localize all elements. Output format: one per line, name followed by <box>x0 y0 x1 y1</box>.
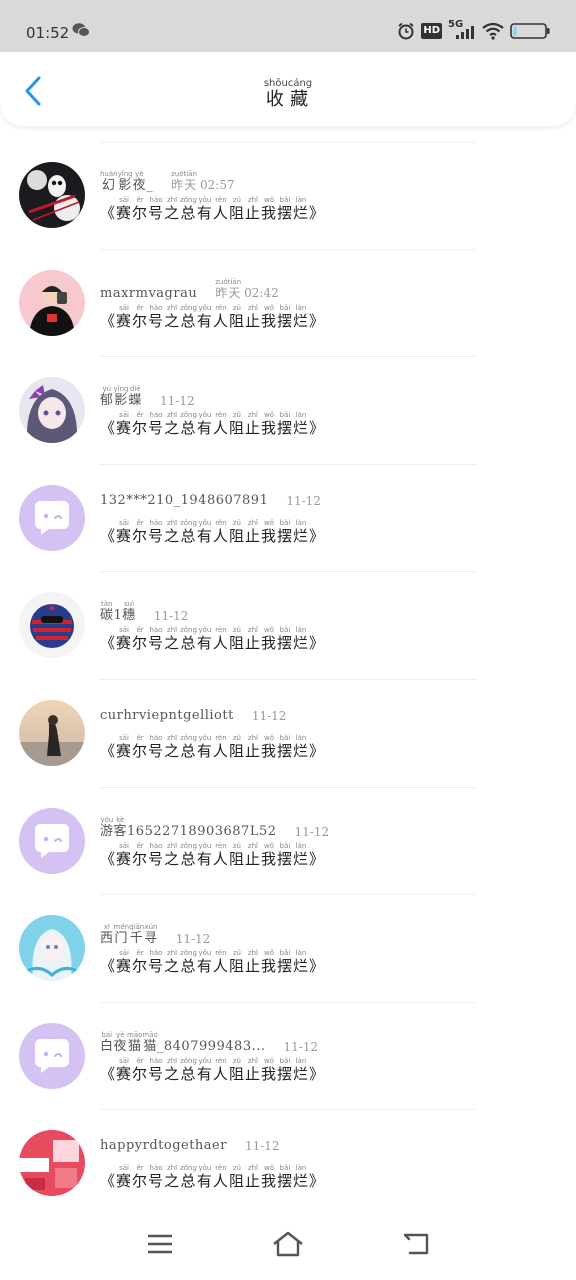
favorite-item[interactable]: happyrdtogethaer 11-12 《赛sāi尔ěr号hào之zhī总zǒ… <box>0 1110 576 1218</box>
timestamp: 11-12 <box>160 394 195 409</box>
favorite-item[interactable]: 郁yù影yǐng蝶dié 11-12 《赛sāi尔ěr号hào之zhī总zǒng有y… <box>0 357 576 465</box>
item-meta: 白bái夜yè猫māo猫māo_8407999483... 11-12 <box>100 1031 318 1054</box>
timestamp: 11-12 <box>175 932 211 947</box>
favorite-item[interactable]: 游yóu客kè16522718903687L52 11-12 《赛sāi尔ěr号hà… <box>0 788 576 896</box>
alarm-icon <box>397 22 415 40</box>
favorite-item[interactable]: 白bái夜yè猫māo猫māo_8407999483... 11-12 《赛sāi尔… <box>0 1003 576 1111</box>
battery-icon <box>510 22 550 40</box>
status-time: 01:52 <box>26 24 70 42</box>
book-title[interactable]: 《赛sāi尔ěr号hào之zhī总zǒng有yǒu人rén阻zǔ止zhǐ我wǒ摆… <box>100 842 325 869</box>
timestamp: 11-12 <box>153 609 189 624</box>
timestamp: 11-12 <box>283 1039 319 1054</box>
header: 收藏shōucáng <box>0 52 576 126</box>
timestamp: 昨zuó天tiān 02:42 <box>215 277 279 300</box>
item-meta: 游yóu客kè16522718903687L52 11-12 <box>100 816 329 839</box>
page-title: 收藏shōucáng <box>0 78 576 111</box>
status-icons: HD 5G <box>397 19 550 42</box>
back-nav-button[interactable] <box>396 1228 436 1264</box>
item-meta: curhrviepntgelliott 11-12 <box>100 708 286 723</box>
menu-button[interactable] <box>140 1228 180 1264</box>
avatar[interactable] <box>19 807 85 874</box>
item-meta: 幻huàn影yǐng夜yè_ 昨zuó天tiān 02:57 <box>100 170 235 193</box>
page-title-text: 收藏 <box>263 89 313 110</box>
item-meta: happyrdtogethaer 11-12 <box>100 1138 280 1153</box>
timestamp: 昨zuó天tiān 02:57 <box>171 170 235 192</box>
username: 郁yù影yǐng蝶dié <box>100 385 142 409</box>
favorite-item[interactable]: 西xī门mén千qiān寻xún 11-12 《赛sāi尔ěr号hào之zhī总zǒ… <box>0 895 576 1003</box>
timestamp: 11-12 <box>244 1139 280 1154</box>
wifi-icon <box>482 22 504 40</box>
avatar[interactable] <box>19 377 85 444</box>
item-meta: maxrmvagrau 昨zuó天tiān 02:42 <box>100 278 279 301</box>
home-icon <box>272 1231 304 1261</box>
book-title[interactable]: 《赛sāi尔ěr号hào之zhī总zǒng有yǒu人rén阻zǔ止zhǐ我wǒ摆… <box>100 1057 325 1084</box>
username: 游yóu客kè16522718903687L52 <box>100 815 277 839</box>
username: maxrmvagrau <box>100 285 198 301</box>
avatar[interactable] <box>19 699 85 766</box>
favorite-item[interactable]: 132***210_1948607891 11-12 《赛sāi尔ěr号hào之zh… <box>0 465 576 573</box>
avatar[interactable] <box>19 162 85 228</box>
item-meta: 郁yù影yǐng蝶dié 11-12 <box>100 385 195 408</box>
status-bar: 01:52 HD 5G <box>0 0 576 52</box>
home-button[interactable] <box>268 1228 308 1264</box>
item-meta: 西xī门mén千qiān寻xún 11-12 <box>100 923 210 946</box>
favorite-item[interactable]: maxrmvagrau 昨zuó天tiān 02:42 《赛sāi尔ěr号hào之z… <box>0 250 576 358</box>
avatar[interactable] <box>19 1130 85 1197</box>
page-title-pinyin: shōucáng <box>263 78 313 89</box>
username: happyrdtogethaer <box>100 1138 227 1154</box>
wechat-icon <box>72 22 90 38</box>
menu-icon <box>147 1233 173 1259</box>
timestamp: 11-12 <box>294 824 330 839</box>
username: 132***210_1948607891 <box>100 492 269 508</box>
avatar[interactable] <box>19 484 85 551</box>
book-title[interactable]: 《赛sāi尔ěr号hào之zhī总zǒng有yǒu人rén阻zǔ止zhǐ我wǒ摆… <box>100 734 325 761</box>
book-title[interactable]: 《赛sāi尔ěr号hào之zhī总zǒng有yǒu人rén阻zǔ止zhǐ我wǒ摆… <box>100 626 325 653</box>
book-title[interactable]: 《赛sāi尔ěr号hào之zhī总zǒng有yǒu人rén阻zǔ止zhǐ我wǒ摆… <box>100 304 325 331</box>
signal-5g-icon: 5G <box>448 19 476 41</box>
book-title[interactable]: 《赛sāi尔ěr号hào之zhī总zǒng有yǒu人rén阻zǔ止zhǐ我wǒ摆… <box>100 949 325 976</box>
book-title[interactable]: 《赛sāi尔ěr号hào之zhī总zǒng有yǒu人rén阻zǔ止zhǐ我wǒ摆… <box>100 1164 325 1191</box>
book-title[interactable]: 《赛sāi尔ěr号hào之zhī总zǒng有yǒu人rén阻zǔ止zhǐ我wǒ摆… <box>100 411 325 438</box>
item-meta: 132***210_1948607891 11-12 <box>100 493 321 508</box>
book-title[interactable]: 《赛sāi尔ěr号hào之zhī总zǒng有yǒu人rén阻zǔ止zhǐ我wǒ摆… <box>100 196 325 223</box>
timestamp: 11-12 <box>286 493 321 508</box>
avatar[interactable] <box>19 592 85 659</box>
favorites-list: 幻huàn影yǐng夜yè_ 昨zuó天tiān 02:57 《赛sāi尔ěr号hà… <box>0 142 576 1218</box>
favorite-item[interactable]: 碳tàn1穗suì 11-12 《赛sāi尔ěr号hào之zhī总zǒng有yǒu人… <box>0 572 576 680</box>
hd-icon: HD <box>421 23 442 39</box>
back-nav-icon <box>402 1232 430 1260</box>
favorite-item[interactable]: curhrviepntgelliott 11-12 《赛sāi尔ěr号hào之zhī… <box>0 680 576 788</box>
username: 西xī门mén千qiān寻xún <box>100 923 158 947</box>
item-meta: 碳tàn1穗suì 11-12 <box>100 600 188 623</box>
avatar[interactable] <box>19 915 85 982</box>
avatar[interactable] <box>19 1022 85 1089</box>
timestamp: 11-12 <box>251 708 287 723</box>
username: 碳tàn1穗suì <box>100 600 136 624</box>
username: 白bái夜yè猫māo猫māo_8407999483... <box>100 1030 266 1054</box>
favorite-item[interactable]: 幻huàn影yǐng夜yè_ 昨zuó天tiān 02:57 《赛sāi尔ěr号hà… <box>0 142 576 250</box>
username: 幻huàn影yǐng夜yè_ <box>100 170 154 193</box>
username: curhrviepntgelliott <box>100 707 234 723</box>
avatar[interactable] <box>19 269 85 336</box>
book-title[interactable]: 《赛sāi尔ěr号hào之zhī总zǒng有yǒu人rén阻zǔ止zhǐ我wǒ摆… <box>100 519 325 546</box>
bottom-nav-bar <box>0 1214 576 1280</box>
